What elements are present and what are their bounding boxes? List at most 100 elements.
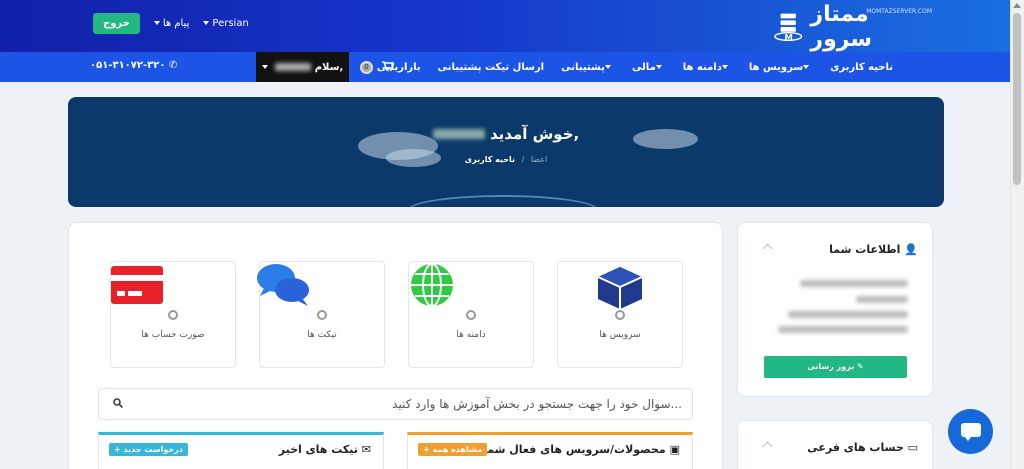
user-icon: 👤: [904, 243, 918, 256]
tile-label: صورت حساب ها: [141, 330, 205, 340]
nav-item-2[interactable]: دامنه ها: [683, 62, 732, 73]
chat-bubble-icon: [961, 423, 981, 437]
breadcrumb-current: اعضا: [530, 155, 548, 164]
chevron-up-icon[interactable]: [762, 243, 773, 254]
breadcrumb: اعضا / ناحیه کاربری: [68, 155, 944, 164]
nav-item-label: دامنه ها: [682, 61, 722, 73]
messages-label: پیام ها: [162, 18, 190, 29]
blurred-user-detail: [778, 326, 908, 333]
globe-icon: [411, 263, 453, 307]
scroll-up-arrow-icon[interactable]: [1013, 3, 1021, 8]
user-menu[interactable]: سلام,: [256, 52, 349, 82]
chevron-down-icon: [721, 64, 728, 69]
brand-logo[interactable]: M ممتاز سرور MOMTAZSERVER.COM: [772, 2, 932, 52]
chevron-up-icon[interactable]: [762, 441, 773, 452]
tickets-title-text: تیکت های اخیر: [278, 443, 358, 456]
user-info-card: اطلاعات شما 👤 بروز رسانی ✎: [737, 222, 933, 397]
chevron-down-icon: [261, 65, 268, 69]
products-panel-title: محصولات/سرویس های فعال شما ▣: [483, 443, 680, 456]
chevron-down-icon: [803, 64, 810, 69]
tickets-panel: تیکت های اخیر ✉ + درخواست جدید: [98, 432, 384, 469]
tile-count: [466, 310, 476, 320]
knowledgebase-search[interactable]: سوال خود را جهت جستجو در بخش آموزش ها وا…: [98, 388, 693, 420]
sub-accounts-title-text: حساب های فرعی: [807, 441, 904, 454]
tile-label: دامنه ها: [456, 330, 486, 340]
chevron-down-icon: [655, 64, 662, 69]
blurred-user-detail: [788, 311, 908, 318]
tile-count: [168, 310, 178, 320]
chevron-down-icon: [203, 21, 210, 25]
nav-item-label: پشتیبانی: [561, 61, 605, 73]
nav-item-3[interactable]: مالی: [632, 62, 666, 73]
chat-bubble-tail: [964, 436, 972, 441]
update-info-button[interactable]: بروز رسانی ✎: [764, 356, 907, 378]
update-button-label: بروز رسانی: [807, 362, 855, 371]
tile-count: [615, 310, 625, 320]
top-header: M ممتاز سرور MOMTAZSERVER.COM خروج پیام …: [0, 0, 1010, 52]
breadcrumb-separator: /: [521, 155, 525, 164]
search-icon[interactable]: [113, 398, 123, 408]
messages-menu[interactable]: پیام ها: [153, 18, 190, 29]
tickets-panel-title: تیکت های اخیر ✉: [279, 443, 371, 456]
blurred-user-name: [800, 280, 908, 287]
sub-accounts-card: حساب های فرعی ▭: [737, 420, 933, 469]
tile-domains[interactable]: دامنه ها: [408, 261, 534, 368]
products-title-text: محصولات/سرویس های فعال شما: [483, 443, 666, 456]
page-scrollbar[interactable]: [1010, 0, 1024, 469]
language-label: Persian: [212, 18, 249, 29]
cart-icon[interactable]: [382, 61, 394, 71]
user-info-title-text: اطلاعات شما: [829, 243, 901, 256]
chevron-down-icon: [153, 21, 160, 25]
search-input[interactable]: سوال خود را جهت جستجو در بخش آموزش ها وا…: [392, 397, 682, 411]
products-panel: محصولات/سرویس های فعال شما ▣ + مشاهده هم…: [407, 432, 693, 469]
logout-button[interactable]: خروج: [93, 13, 140, 34]
folder-icon: ▭: [907, 441, 918, 454]
support-phone: ۰۵۱-۳۱۰۷۲-۳۲۰ ✆: [90, 60, 177, 71]
language-selector[interactable]: Persian: [203, 18, 249, 29]
comments-icon: ✉: [361, 443, 371, 456]
phone-number: ۰۵۱-۳۱۰۷۲-۳۲۰: [90, 60, 166, 71]
welcome-title: خوش آمدید,: [68, 125, 944, 143]
nav-item-1[interactable]: سرویس ها: [749, 62, 813, 73]
sub-accounts-title: حساب های فرعی ▭: [807, 441, 918, 454]
tile-label: تیکت ها: [307, 330, 337, 340]
phone-icon: ✆: [168, 60, 178, 71]
tile-services[interactable]: سرویس ها: [557, 261, 683, 368]
breadcrumb-home[interactable]: ناحیه کاربری: [465, 155, 515, 164]
nav-item-label: ارسال تیکت پشتیبانی: [437, 61, 545, 73]
svg-text:M: M: [784, 33, 793, 43]
nav-item-0[interactable]: ناحیه کاربری: [830, 62, 893, 73]
top-actions: خروج پیام ها Persian: [93, 13, 249, 34]
nav-item-label: ناحیه کاربری: [830, 61, 893, 73]
view-all-button[interactable]: + مشاهده همه: [418, 443, 488, 456]
pencil-icon: ✎: [857, 362, 864, 371]
welcome-banner: خوش آمدید, اعضا / ناحیه کاربری: [68, 97, 944, 207]
username-blurred: [274, 63, 311, 71]
tile-count: [317, 310, 327, 320]
brand-logo-sub: MOMTAZSERVER.COM: [866, 8, 932, 15]
cube-icon: [597, 267, 643, 309]
username-blurred: [432, 129, 485, 139]
blurred-user-detail: [856, 296, 908, 303]
arc-decoration: [408, 195, 598, 207]
scroll-thumb[interactable]: [1013, 13, 1021, 185]
tile-invoices[interactable]: صورت حساب ها: [110, 261, 236, 368]
nav-item-4[interactable]: پشتیبانی: [561, 62, 615, 73]
live-chat-button[interactable]: [948, 409, 993, 454]
nav-item-label: سرویس ها: [748, 61, 804, 73]
nav-item-label: مالی: [631, 61, 656, 73]
tile-tickets[interactable]: تیکت ها: [257, 261, 385, 368]
box-icon: ▣: [669, 443, 680, 456]
chat-icon: [257, 264, 309, 306]
chevron-down-icon: [604, 64, 611, 69]
user-info-title: اطلاعات شما 👤: [829, 243, 918, 256]
welcome-text: خوش آمدید,: [490, 125, 580, 143]
server-logo-icon: M: [774, 13, 803, 43]
credit-card-icon: [111, 266, 163, 304]
nav-item-5[interactable]: ارسال تیکت پشتیبانی: [438, 62, 544, 73]
new-ticket-button[interactable]: + درخواست جدید: [109, 443, 188, 456]
hello-label: سلام,: [314, 61, 344, 73]
cart-count-badge: 0: [360, 61, 373, 74]
tile-label: سرویس ها: [599, 330, 641, 340]
nav-menu: ناحیه کاربری سرویس ها دامنه ها مالی پشتیبانی…: [377, 52, 893, 82]
